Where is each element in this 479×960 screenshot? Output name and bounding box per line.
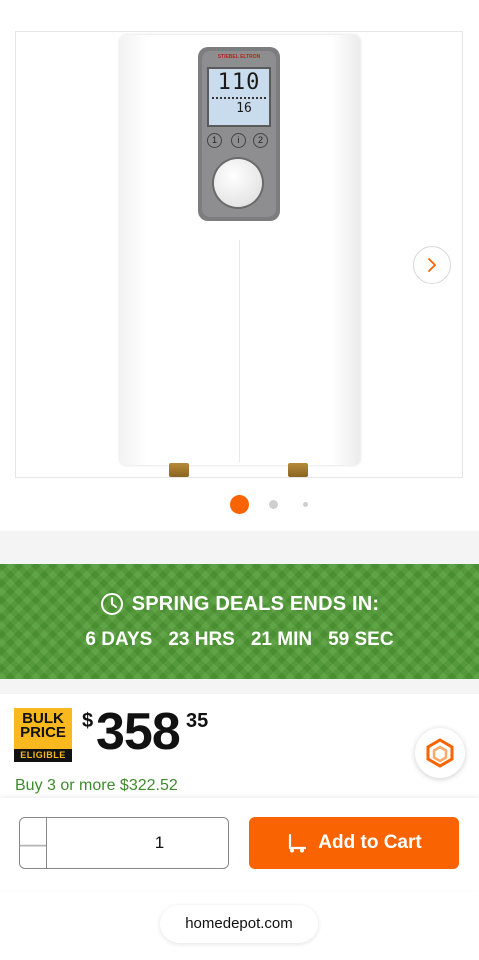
spring-deals-title-row: SPRING DEALS ENDS IN: [0, 592, 479, 616]
decrease-quantity-button[interactable]: — [20, 818, 47, 868]
dolly-cart-icon [289, 833, 307, 853]
bulk-price-badge-text: BULK PRICE [14, 711, 72, 741]
section-divider-2 [0, 679, 479, 694]
carousel-dot-1[interactable] [230, 495, 249, 514]
spring-deals-banner[interactable] [0, 564, 479, 679]
pipe-right [288, 463, 308, 477]
badge-line-eligible: ELIGIBLE [14, 749, 72, 762]
next-image-button[interactable] [413, 246, 451, 284]
clock-icon [100, 593, 123, 615]
section-divider [0, 531, 479, 564]
quantity-stepper: — + [19, 817, 288, 869]
price-currency: $ [82, 710, 94, 732]
heater-seam [239, 240, 240, 462]
temperature-knob [214, 159, 262, 207]
countdown-days: 6 DAYS [85, 629, 153, 650]
chevron-right-icon [428, 258, 436, 272]
price-dollars: 358 [96, 703, 181, 761]
spring-deals-title: SPRING DEALS ENDS IN: [131, 592, 380, 615]
countdown-timer: 6 DAYS 23 HRS 21 MIN 59 SEC [0, 629, 479, 651]
quantity-input[interactable] [47, 818, 272, 868]
countdown-hours: 23 HRS [168, 629, 235, 650]
panel-button-info: i [231, 133, 246, 148]
carousel-dot-3[interactable] [303, 502, 308, 507]
price-cents: 35 [186, 710, 209, 732]
badge-line-price: PRICE [20, 724, 66, 741]
floating-assistant-button[interactable] [415, 728, 465, 778]
hexagon-logo-icon [426, 738, 454, 768]
add-to-cart-label: Add to Cart [318, 832, 422, 853]
brand-label: STIEBEL ELTRON [217, 54, 261, 60]
panel-button-1: 1 [207, 133, 222, 148]
countdown-minutes: 21 MIN [250, 629, 313, 650]
countdown-seconds: 59 SEC [328, 629, 394, 650]
lcd-flow: 16 [236, 101, 252, 116]
lcd-temperature: 110 [217, 70, 261, 95]
add-to-cart-button[interactable]: Add to Cart [249, 817, 459, 869]
bulk-offer-link[interactable]: Buy 3 or more $322.52 [15, 777, 178, 795]
browser-url-bar[interactable]: homedepot.com [160, 905, 318, 943]
carousel-dot-2[interactable] [269, 500, 278, 509]
panel-button-2: 2 [253, 133, 268, 148]
pipe-left [169, 463, 189, 477]
